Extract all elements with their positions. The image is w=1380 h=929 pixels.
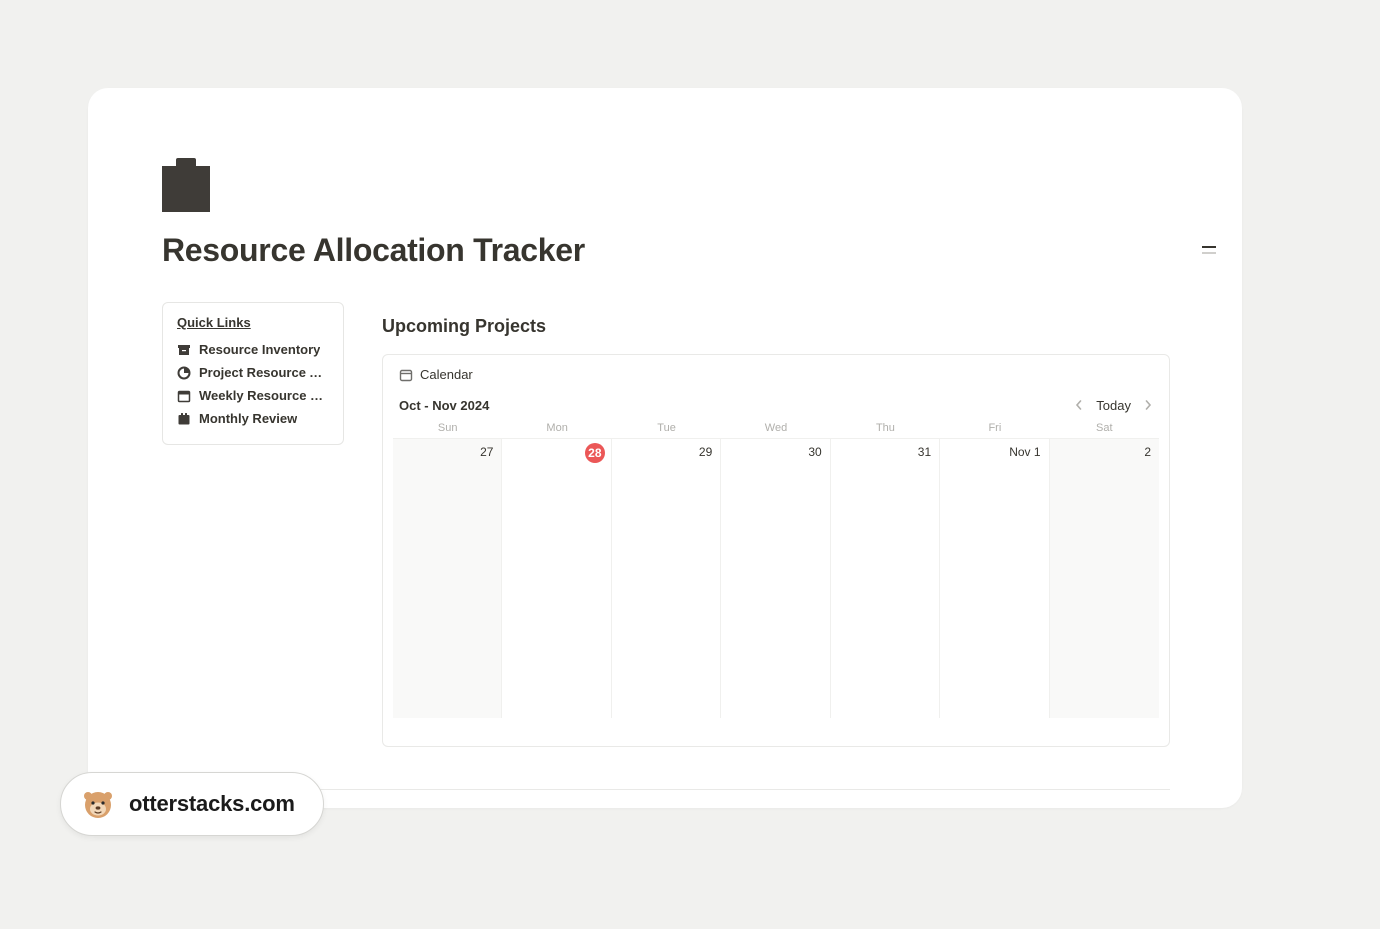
calendar-prev-button[interactable] (1070, 396, 1088, 414)
quick-link-label: Monthly Review (199, 411, 297, 426)
quick-link-monthly-review[interactable]: Monthly Review (177, 407, 329, 430)
calendar-day-cell[interactable]: Nov 1 (940, 438, 1049, 718)
calendar-tab-label: Calendar (420, 367, 473, 382)
day-number: 27 (480, 445, 493, 459)
quick-links-heading: Quick Links (177, 315, 329, 330)
calendar-header: Oct - Nov 2024 Today (383, 390, 1169, 422)
calendar-day-cell[interactable]: 28 (502, 438, 611, 718)
weekday-label: Thu (831, 422, 940, 438)
calendar-day-cell[interactable]: 29 (612, 438, 721, 718)
weekday-label: Sun (393, 422, 502, 438)
app-card: Resource Allocation Tracker Quick Links … (88, 88, 1242, 808)
page-title: Resource Allocation Tracker (162, 232, 585, 269)
quick-links-panel: Quick Links Resource Inventory Project R… (162, 302, 344, 445)
quick-link-label: Project Resource Alloc... (199, 365, 329, 380)
archive-box-icon (177, 343, 191, 357)
weekday-label: Fri (940, 422, 1049, 438)
day-number: 31 (918, 445, 931, 459)
quick-link-weekly-resource-planning[interactable]: Weekly Resource Plan... (177, 384, 329, 407)
calendar-clip-icon (177, 412, 191, 426)
header-area: Resource Allocation Tracker (162, 158, 585, 269)
quick-link-project-resource-allocation[interactable]: Project Resource Alloc... (177, 361, 329, 384)
calendar-icon (399, 368, 413, 382)
weekday-label: Mon (502, 422, 611, 438)
calendar-day-cell[interactable]: 27 (393, 438, 502, 718)
calendar-nav: Today (1070, 396, 1157, 414)
clipboard-icon (162, 158, 210, 212)
calendar-day-grid: 27 28 29 30 31 Nov 1 2 (383, 438, 1169, 728)
calendar-weekday-row: Sun Mon Tue Wed Thu Fri Sat (383, 422, 1169, 438)
day-number: 29 (699, 445, 712, 459)
brand-text: otterstacks.com (129, 791, 295, 817)
quick-link-label: Weekly Resource Plan... (199, 388, 329, 403)
weekday-label: Tue (612, 422, 721, 438)
calendar-day-cell[interactable]: 31 (831, 438, 940, 718)
weekday-label: Sat (1050, 422, 1159, 438)
pie-chart-icon (177, 366, 191, 380)
day-number: Nov 1 (1009, 445, 1040, 459)
weekday-label: Wed (721, 422, 830, 438)
brand-link[interactable]: otterstacks.com (60, 772, 324, 836)
calendar-tab[interactable]: Calendar (383, 355, 1169, 390)
calendar-icon (177, 389, 191, 403)
calendar-day-cell[interactable]: 2 (1050, 438, 1159, 718)
upcoming-projects-heading: Upcoming Projects (382, 316, 546, 337)
calendar-panel: Calendar Oct - Nov 2024 Today Sun Mon Tu… (382, 354, 1170, 747)
menu-button[interactable] (1202, 240, 1222, 260)
calendar-day-cell[interactable]: 30 (721, 438, 830, 718)
calendar-today-button[interactable]: Today (1096, 398, 1131, 413)
calendar-next-button[interactable] (1139, 396, 1157, 414)
otter-icon (81, 787, 115, 821)
day-number: 2 (1144, 445, 1151, 459)
quick-link-label: Resource Inventory (199, 342, 320, 357)
calendar-range-label: Oct - Nov 2024 (399, 398, 489, 413)
quick-link-resource-inventory[interactable]: Resource Inventory (177, 338, 329, 361)
day-number-today: 28 (585, 443, 605, 463)
day-number: 30 (808, 445, 821, 459)
